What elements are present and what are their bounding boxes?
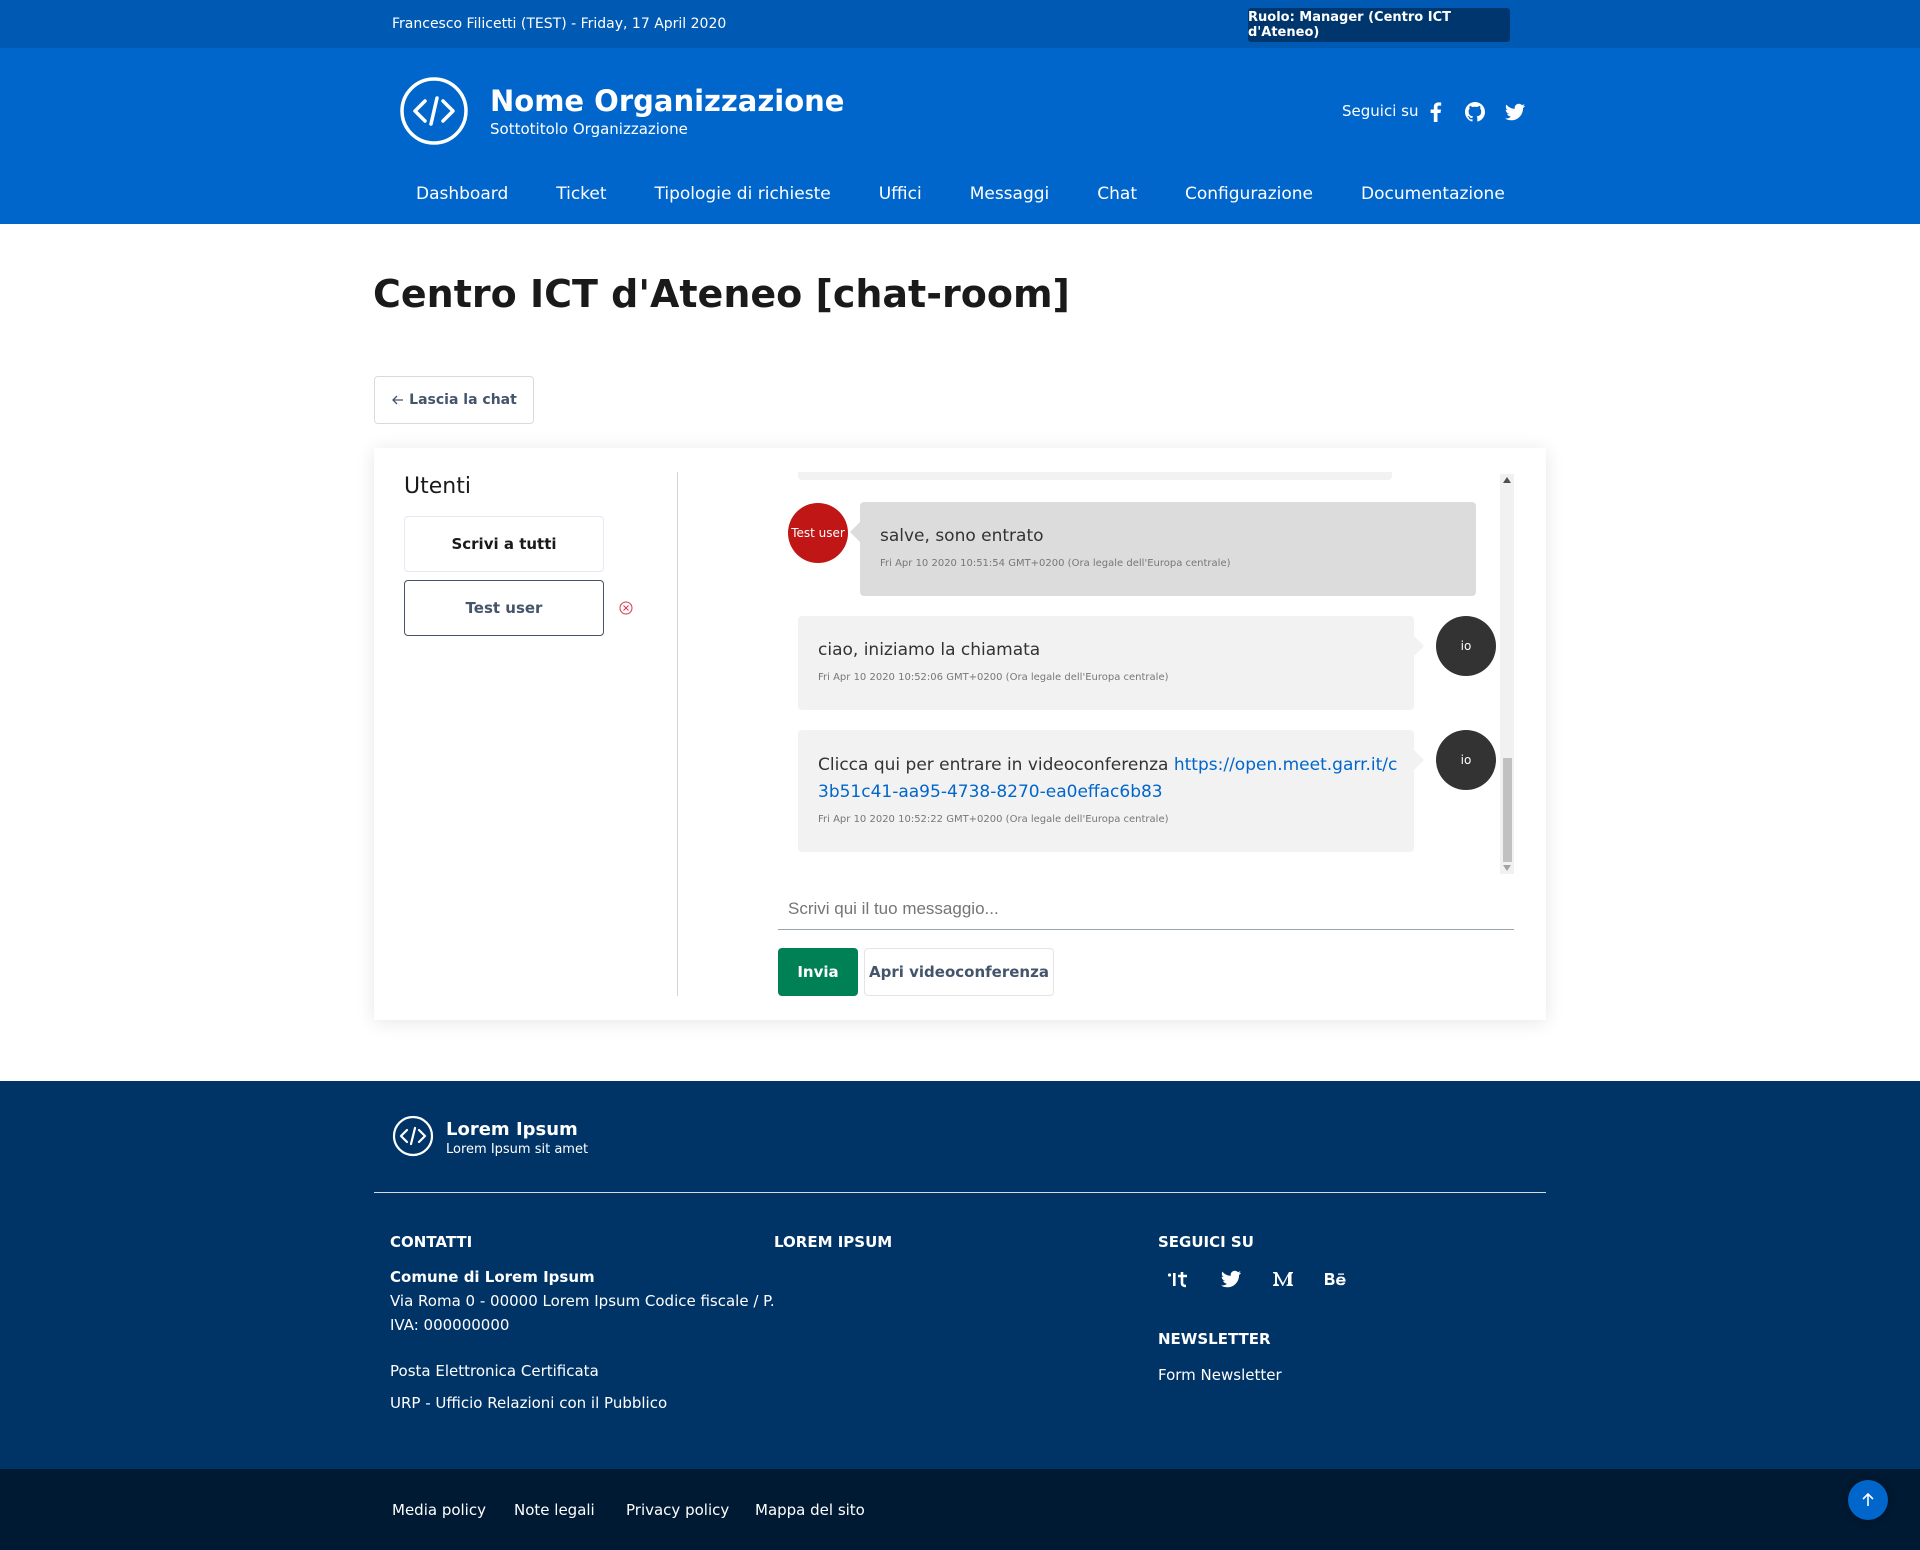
role-button[interactable]: Ruolo: Manager (Centro ICT d'Ateneo) (1248, 8, 1510, 42)
bubble-tail (1414, 750, 1424, 770)
behance-icon[interactable] (1324, 1267, 1348, 1291)
nav-uffici[interactable]: Uffici (855, 176, 946, 224)
contacts-address-1: Via Roma 0 - 00000 Lorem Ipsum Codice fi… (390, 1292, 775, 1310)
send-button[interactable]: Invia (778, 948, 858, 996)
nav-tipologie[interactable]: Tipologie di richieste (631, 176, 855, 224)
page-title: Centro ICT d'Ateneo [chat-room] (373, 272, 1070, 316)
message-bubble-partial (798, 472, 1392, 480)
message-text: ciao, iniziamo la chiamata (818, 640, 1041, 660)
contacts-title: CONTATTI (390, 1233, 473, 1251)
users-title: Utenti (404, 474, 471, 499)
avatar-test-user: Test user (788, 503, 848, 563)
footer-name: Lorem Ipsum (446, 1119, 578, 1140)
code-logo-icon (392, 1115, 434, 1157)
avatar-me: io (1436, 616, 1496, 676)
avatar-me: io (1436, 730, 1496, 790)
nav-chat[interactable]: Chat (1073, 176, 1161, 224)
follow-title: SEGUICI SU (1158, 1233, 1254, 1251)
message-bubble: Clicca qui per entrare in videoconferenz… (798, 730, 1414, 852)
footer: Lorem Ipsum Lorem Ipsum sit amet CONTATT… (0, 1081, 1920, 1469)
pec-link[interactable]: Posta Elettronica Certificata (390, 1359, 599, 1383)
arrow-left-icon (392, 395, 404, 405)
note-legali-link[interactable]: Note legali (514, 1501, 595, 1519)
message-time: Fri Apr 10 2020 10:52:22 GMT+0200 (Ora l… (818, 814, 1169, 825)
lorem-ipsum-title: LOREM IPSUM (774, 1233, 893, 1251)
org-name[interactable]: Nome Organizzazione (490, 84, 844, 118)
message-text-block: Clicca qui per entrare in videoconferenz… (818, 752, 1398, 806)
message-input[interactable] (778, 888, 1514, 930)
vertical-divider (677, 472, 678, 996)
footer-bottom-bar: Media policy Note legali Privacy policy … (0, 1469, 1920, 1550)
privacy-policy-link[interactable]: Privacy policy (626, 1501, 729, 1519)
footer-divider (374, 1192, 1546, 1193)
designers-italia-icon[interactable] (1166, 1267, 1190, 1291)
back-to-top-button[interactable] (1848, 1480, 1888, 1520)
urp-link[interactable]: URP - Ufficio Relazioni con il Pubblico (390, 1391, 667, 1415)
arrow-up-icon (1862, 1492, 1874, 1506)
slim-header: Francesco Filicetti (TEST) - Friday, 17 … (0, 0, 1920, 48)
newsletter-link[interactable]: Form Newsletter (1158, 1363, 1282, 1387)
scroll-down-icon[interactable] (1503, 865, 1511, 871)
leave-chat-button[interactable]: Lascia la chat (374, 376, 534, 424)
media-policy-link[interactable]: Media policy (392, 1501, 486, 1519)
facebook-icon[interactable] (1424, 100, 1448, 124)
message-text: salve, sono entrato (880, 526, 1044, 546)
message-bubble: salve, sono entrato Fri Apr 10 2020 10:5… (860, 502, 1476, 596)
message-time: Fri Apr 10 2020 10:51:54 GMT+0200 (Ora l… (880, 558, 1231, 569)
sitemap-link[interactable]: Mappa del sito (755, 1501, 865, 1519)
nav-documentazione[interactable]: Documentazione (1337, 176, 1529, 224)
open-videoconference-button[interactable]: Apri videoconferenza (864, 948, 1054, 996)
user-date: Francesco Filicetti (TEST) - Friday, 17 … (392, 16, 727, 32)
leave-chat-label: Lascia la chat (409, 392, 517, 408)
medium-icon[interactable] (1271, 1267, 1295, 1291)
message-time: Fri Apr 10 2020 10:52:06 GMT+0200 (Ora l… (818, 672, 1169, 683)
twitter-icon[interactable] (1503, 100, 1527, 124)
message-text: Clicca qui per entrare in videoconferenz… (818, 755, 1169, 775)
main-header: Nome Organizzazione Sottotitolo Organizz… (0, 48, 1920, 224)
write-all-button[interactable]: Scrivi a tutti (404, 516, 604, 572)
user-button[interactable]: Test user (404, 580, 604, 636)
message-bubble: ciao, iniziamo la chiamata Fri Apr 10 20… (798, 616, 1414, 710)
footer-subtitle: Lorem Ipsum sit amet (446, 1142, 589, 1157)
newsletter-title: NEWSLETTER (1158, 1330, 1271, 1348)
nav-configurazione[interactable]: Configurazione (1161, 176, 1337, 224)
nav-ticket[interactable]: Ticket (532, 176, 630, 224)
contacts-address-2: IVA: 000000000 (390, 1316, 510, 1334)
bubble-tail (850, 522, 860, 542)
contacts-org: Comune di Lorem Ipsum (390, 1268, 595, 1286)
messages-list: Test user salve, sono entrato Fri Apr 10… (778, 472, 1522, 872)
scrollbar-thumb[interactable] (1503, 758, 1512, 862)
code-logo-icon (400, 77, 468, 145)
nav-dashboard[interactable]: Dashboard (392, 176, 532, 224)
follow-label: Seguici su (1342, 102, 1419, 120)
remove-user-icon[interactable] (618, 600, 634, 616)
chat-card: Utenti Scrivi a tutti Test user Test use… (374, 448, 1546, 1020)
org-subtitle: Sottotitolo Organizzazione (490, 120, 688, 138)
messages-scrollbar[interactable] (1500, 474, 1514, 874)
nav-messaggi[interactable]: Messaggi (946, 176, 1074, 224)
github-icon[interactable] (1463, 100, 1487, 124)
bubble-tail (1414, 636, 1424, 656)
scroll-up-icon[interactable] (1503, 477, 1511, 483)
main-nav: Dashboard Ticket Tipologie di richieste … (392, 176, 1529, 224)
twitter-icon[interactable] (1219, 1267, 1243, 1291)
